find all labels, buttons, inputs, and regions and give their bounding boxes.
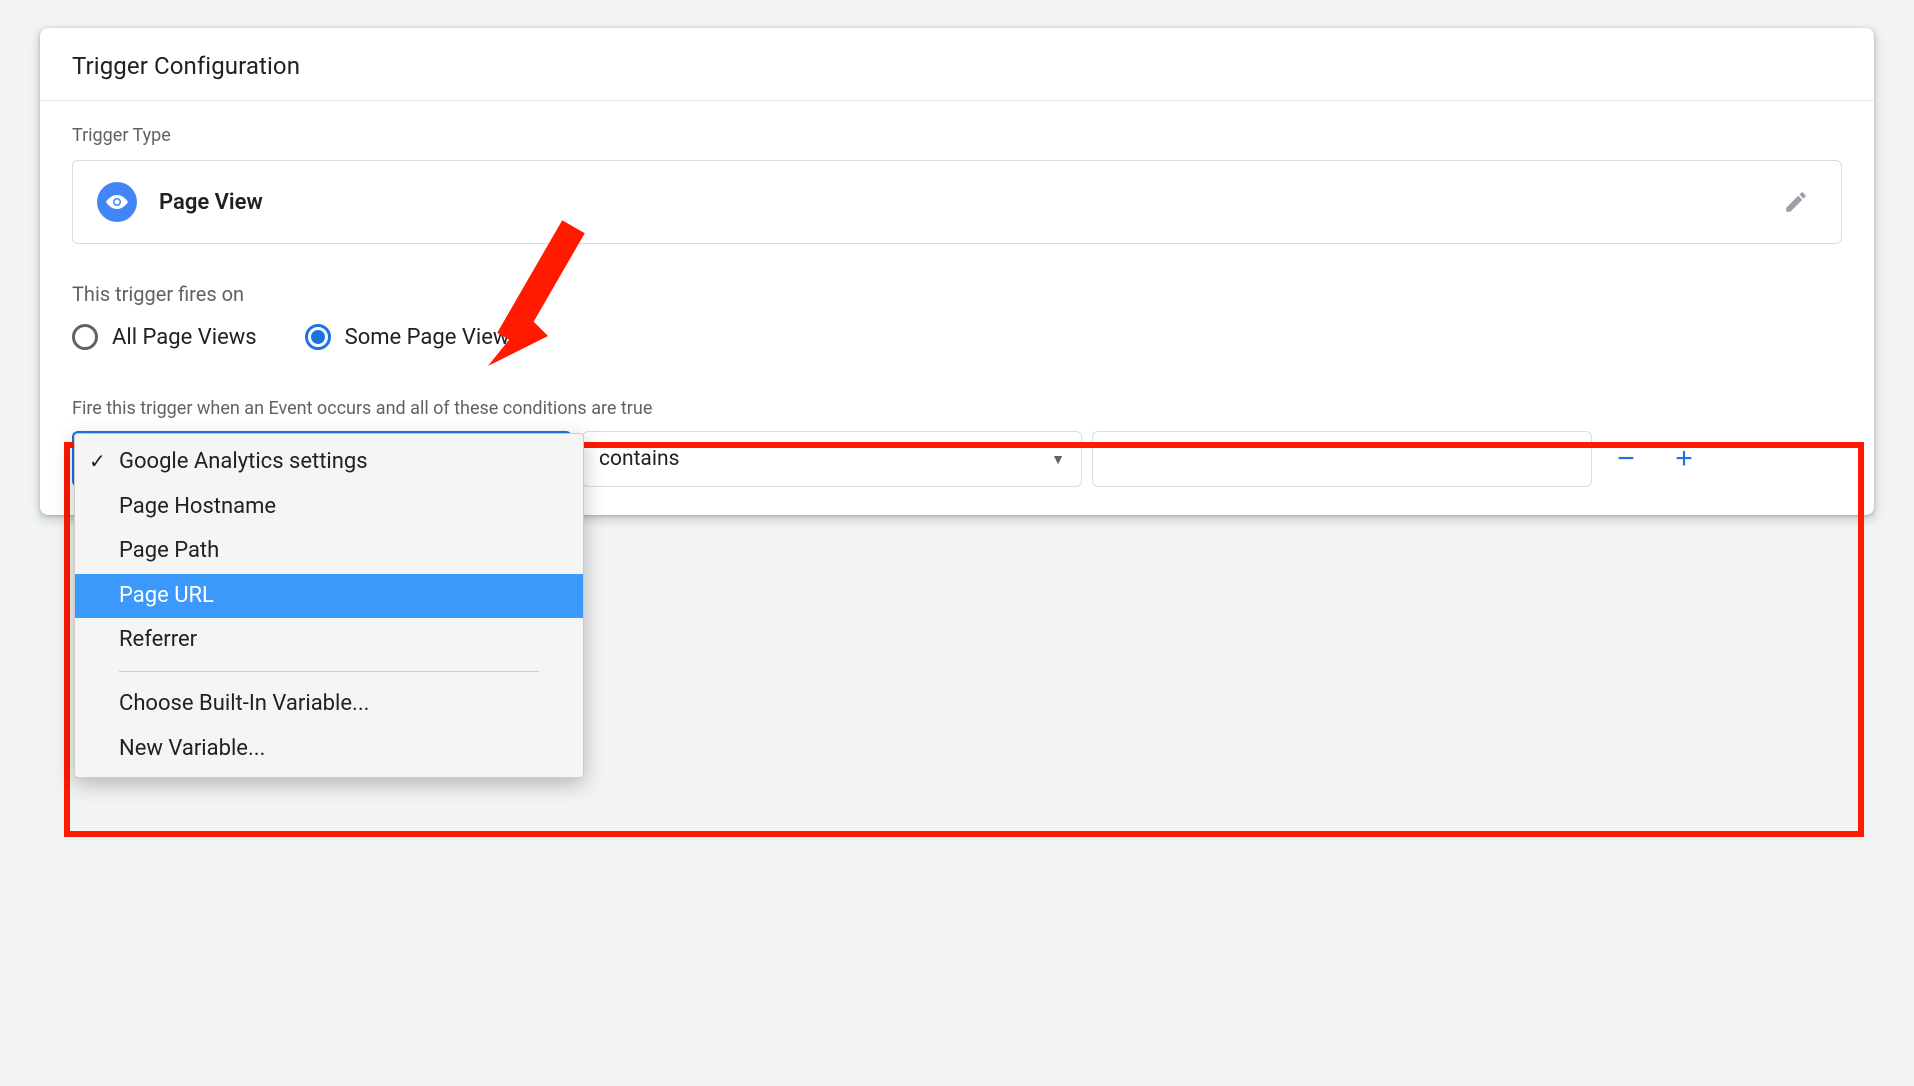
pencil-icon (1783, 189, 1809, 215)
radio-label: Some Page Views (345, 325, 521, 350)
fires-on-radio-group: All Page Views Some Page Views (72, 324, 1842, 350)
trigger-type-label: Trigger Type (72, 125, 1842, 146)
operator-value: contains (599, 447, 679, 471)
dropdown-item-page-path[interactable]: Page Path (75, 529, 583, 574)
plus-icon: + (1675, 442, 1693, 476)
conditions-label: Fire this trigger when an Event occurs a… (72, 398, 1842, 419)
dropdown-item-new-variable[interactable]: New Variable... (75, 727, 583, 772)
trigger-config-card: Trigger Configuration Trigger Type Page … (40, 28, 1874, 515)
remove-condition-button[interactable]: − (1602, 435, 1650, 483)
chevron-down-icon: ▼ (1051, 451, 1065, 468)
card-header: Trigger Configuration (40, 28, 1874, 101)
variable-dropdown: Google Analytics settings Page Hostname … (74, 433, 584, 778)
dropdown-item-choose-builtin[interactable]: Choose Built-In Variable... (75, 682, 583, 727)
dropdown-divider (119, 671, 539, 672)
radio-all-page-views[interactable]: All Page Views (72, 324, 257, 350)
trigger-type-box[interactable]: Page View (72, 160, 1842, 244)
edit-trigger-type-button[interactable] (1775, 181, 1817, 223)
fires-on-label: This trigger fires on (72, 282, 1842, 306)
dropdown-item-ga-settings[interactable]: Google Analytics settings (75, 440, 583, 485)
add-condition-button[interactable]: + (1660, 435, 1708, 483)
condition-row: ▼ Google Analytics settings Page Hostnam… (72, 431, 1842, 487)
radio-icon (305, 324, 331, 350)
dropdown-item-page-url[interactable]: Page URL (75, 574, 583, 619)
trigger-type-name: Page View (159, 190, 1753, 215)
card-body: Trigger Type Page View This trigger fire… (40, 101, 1874, 515)
variable-select[interactable]: ▼ Google Analytics settings Page Hostnam… (72, 431, 572, 487)
dropdown-item-page-hostname[interactable]: Page Hostname (75, 485, 583, 530)
minus-icon: − (1617, 442, 1635, 476)
eye-icon (97, 182, 137, 222)
condition-value-input[interactable] (1092, 431, 1592, 487)
operator-select[interactable]: contains ▼ (582, 431, 1082, 487)
card-title: Trigger Configuration (72, 52, 1842, 80)
radio-label: All Page Views (112, 325, 257, 350)
dropdown-item-referrer[interactable]: Referrer (75, 618, 583, 663)
radio-icon (72, 324, 98, 350)
radio-some-page-views[interactable]: Some Page Views (305, 324, 521, 350)
